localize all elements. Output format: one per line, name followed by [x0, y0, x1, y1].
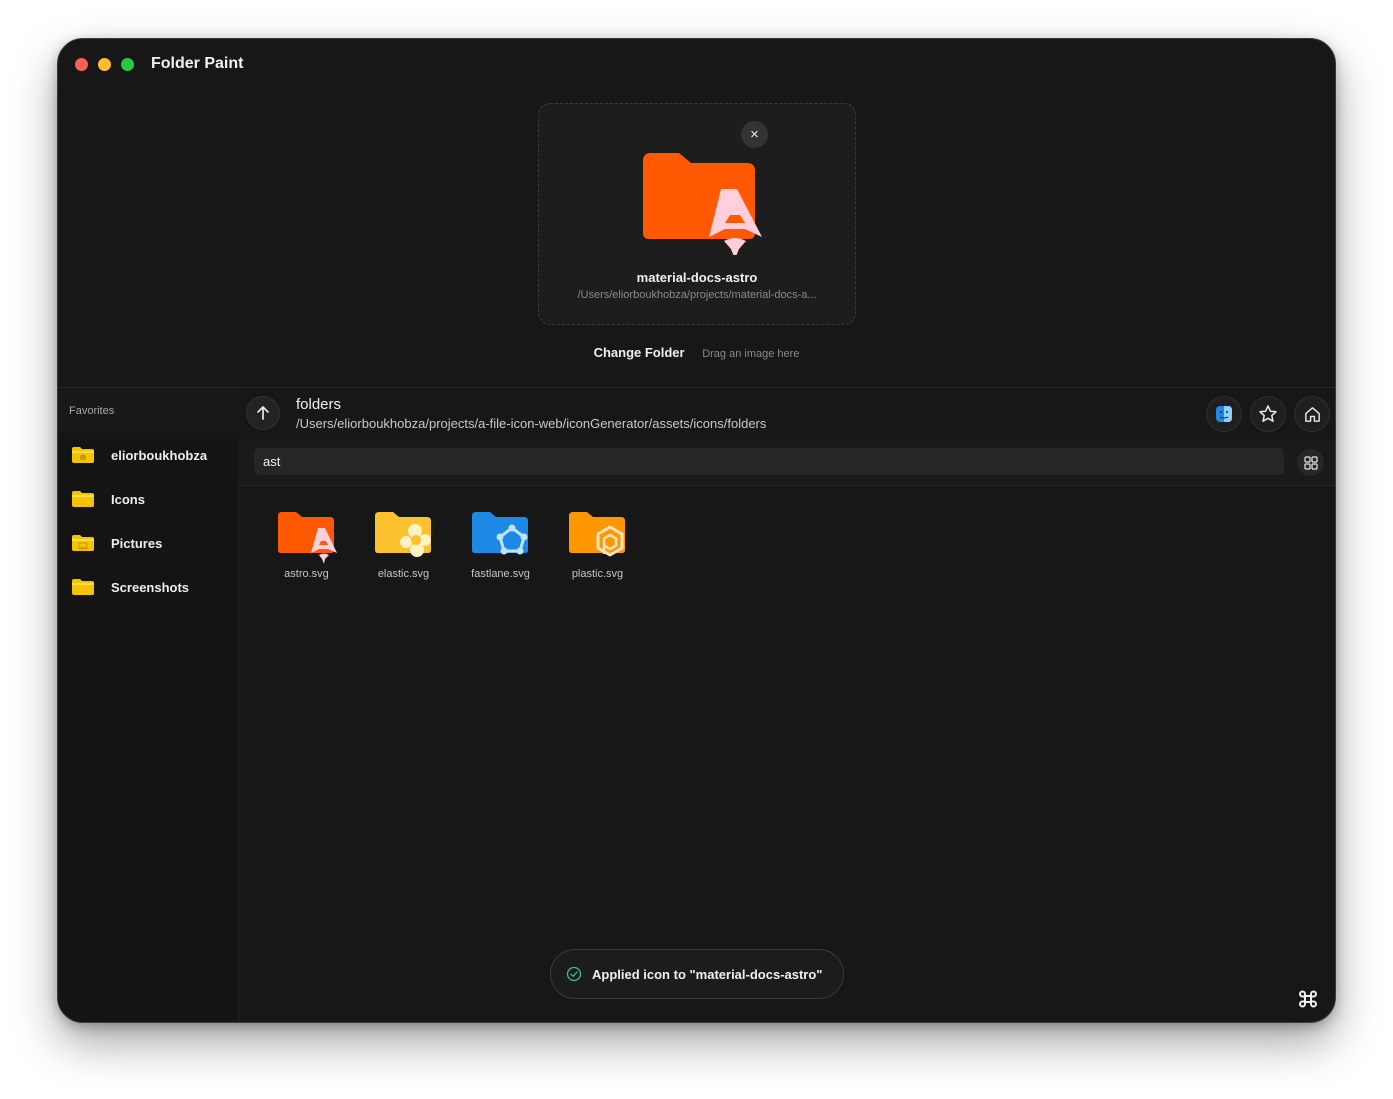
sidebar-item-icons[interactable]: Icons	[58, 477, 238, 521]
close-icon: ×	[750, 126, 759, 143]
current-folder-path: /Users/eliorboukhobza/projects/a-file-ic…	[296, 416, 767, 431]
file-label: fastlane.svg	[471, 568, 530, 580]
folder-icon	[72, 491, 94, 507]
folder-drop-zone[interactable]: × material-docs-astro /Users/eliorboukho…	[538, 103, 856, 325]
file-label: plastic.svg	[571, 568, 624, 580]
success-toast: Applied icon to "material-docs-astro"	[550, 949, 844, 999]
file-label: astro.svg	[284, 568, 329, 580]
favorites-heading: Favorites	[58, 388, 238, 433]
file-label: elastic.svg	[377, 568, 430, 580]
command-icon	[1299, 990, 1317, 1008]
sidebar-item-home[interactable]: eliorboukhobza	[58, 433, 238, 477]
folder-icon	[72, 579, 94, 595]
sidebar-item-label: Icons	[111, 491, 145, 507]
sidebar-item-label: eliorboukhobza	[111, 447, 208, 463]
parent-directory-button[interactable]	[246, 396, 280, 430]
pictures-folder-icon	[72, 535, 94, 551]
window-controls	[75, 58, 134, 71]
file-browser: folders /Users/eliorboukhobza/projects/a…	[238, 387, 1335, 1022]
check-circle-icon	[566, 966, 582, 982]
clear-folder-button[interactable]: ×	[741, 121, 768, 148]
selected-folder-path: /Users/eliorboukhobza/projects/material-…	[577, 289, 817, 301]
selected-folder-name: material-docs-astro	[636, 270, 758, 285]
astro-folder-icon	[277, 512, 337, 564]
drag-hint: Drag an image here	[702, 348, 800, 360]
close-window-button[interactable]	[75, 58, 88, 71]
app-title: Folder Paint	[151, 55, 244, 72]
sidebar-item-pictures[interactable]: Pictures	[58, 521, 238, 565]
search-input[interactable]	[254, 448, 1284, 475]
go-home-button[interactable]	[1294, 396, 1330, 432]
file-grid: astro.svg elastic.svg fastlane.svg plast…	[258, 510, 646, 580]
command-menu-button[interactable]	[1294, 985, 1322, 1013]
file-item-astro[interactable]: astro.svg	[258, 510, 355, 580]
browser-header: folders /Users/eliorboukhobza/projects/a…	[238, 388, 1335, 441]
search-bar	[238, 441, 1335, 486]
change-folder-button[interactable]: Change Folder	[594, 345, 685, 360]
toast-message: Applied icon to "material-docs-astro"	[592, 966, 823, 982]
folder-actions: Change Folder Drag an image here	[58, 345, 1335, 360]
plastic-folder-icon	[568, 512, 625, 557]
current-folder-title: folders	[296, 396, 342, 413]
open-in-finder-button[interactable]	[1206, 396, 1242, 432]
toggle-view-button[interactable]	[1297, 449, 1324, 476]
arrow-up-icon	[257, 406, 269, 420]
star-icon	[1259, 405, 1277, 422]
add-favorite-button[interactable]	[1250, 396, 1286, 432]
zoom-window-button[interactable]	[121, 58, 134, 71]
minimize-window-button[interactable]	[98, 58, 111, 71]
sidebar-item-label: Pictures	[111, 535, 163, 551]
astro-folder-icon	[641, 151, 765, 260]
finder-icon	[1216, 406, 1232, 422]
sidebar-item-screenshots[interactable]: Screenshots	[58, 565, 238, 609]
sidebar-item-label: Screenshots	[111, 579, 190, 595]
grid-icon	[1303, 455, 1318, 470]
home-folder-icon	[72, 447, 94, 463]
file-item-plastic[interactable]: plastic.svg	[549, 510, 646, 580]
elastic-folder-icon	[374, 512, 431, 557]
home-icon	[1304, 406, 1320, 422]
file-item-elastic[interactable]: elastic.svg	[355, 510, 452, 580]
file-item-fastlane[interactable]: fastlane.svg	[452, 510, 549, 580]
favorites-sidebar: Favorites eliorboukhobza Icons Pictures …	[58, 387, 239, 1022]
app-window: Folder Paint × material-docs-astro /User…	[57, 38, 1336, 1023]
fastlane-folder-icon	[471, 512, 528, 555]
